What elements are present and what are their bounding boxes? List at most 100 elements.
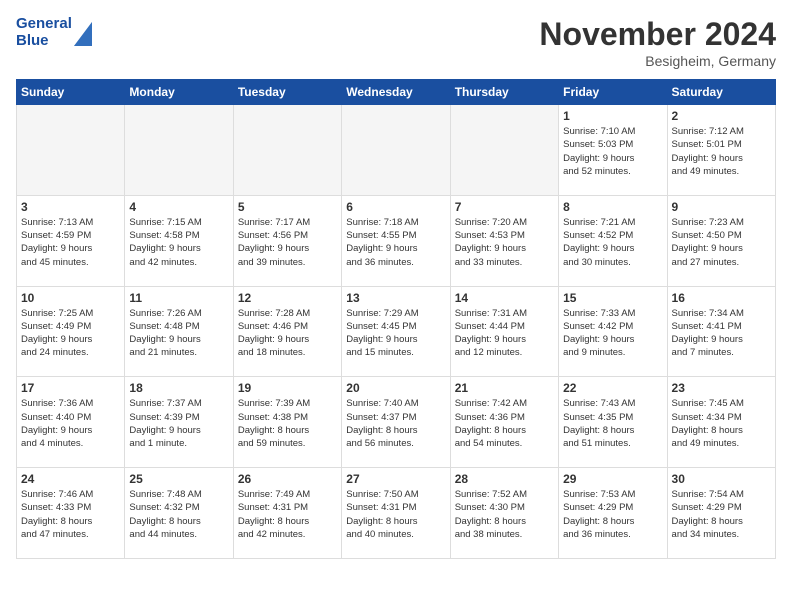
day-number: 19: [238, 381, 337, 395]
col-friday: Friday: [559, 80, 667, 105]
day-number: 12: [238, 291, 337, 305]
table-row: 9Sunrise: 7:23 AM Sunset: 4:50 PM Daylig…: [667, 195, 775, 286]
day-info: Sunrise: 7:23 AM Sunset: 4:50 PM Dayligh…: [672, 216, 771, 269]
day-number: 15: [563, 291, 662, 305]
col-sunday: Sunday: [17, 80, 125, 105]
day-info: Sunrise: 7:52 AM Sunset: 4:30 PM Dayligh…: [455, 488, 554, 541]
logo-icon: [72, 18, 94, 48]
day-info: Sunrise: 7:36 AM Sunset: 4:40 PM Dayligh…: [21, 397, 120, 450]
day-number: 16: [672, 291, 771, 305]
table-row: 21Sunrise: 7:42 AM Sunset: 4:36 PM Dayli…: [450, 377, 558, 468]
table-row: [450, 105, 558, 196]
table-row: 25 Sunrise: 7:48 AM Sunset: 4:32 PM Dayli…: [125, 468, 233, 559]
title-area: November 2024 Besigheim, Germany: [539, 16, 776, 69]
day-number: 30: [672, 472, 771, 486]
location: Besigheim, Germany: [539, 53, 776, 69]
table-row: 2Sunrise: 7:12 AM Sunset: 5:01 PM Daylig…: [667, 105, 775, 196]
table-row: 28Sunrise: 7:52 AM Sunset: 4:30 PM Dayli…: [450, 468, 558, 559]
day-info: Sunrise: 7:10 AM Sunset: 5:03 PM Dayligh…: [563, 125, 662, 178]
day-number: 21: [455, 381, 554, 395]
day-info: Sunrise: 7:50 AM Sunset: 4:31 PM Dayligh…: [346, 488, 445, 541]
table-row: 29Sunrise: 7:53 AM Sunset: 4:29 PM Dayli…: [559, 468, 667, 559]
col-monday: Monday: [125, 80, 233, 105]
table-row: 20 Sunrise: 7:40 AM Sunset: 4:37 PM Dayli…: [342, 377, 450, 468]
calendar-week-row: 1 Sunrise: 7:10 AM Sunset: 5:03 PM Daylig…: [17, 105, 776, 196]
day-number: 22: [563, 381, 662, 395]
table-row: 23 Sunrise: 7:45 AM Sunset: 4:34 PM Dayli…: [667, 377, 775, 468]
day-info: Sunrise: 7:53 AM Sunset: 4:29 PM Dayligh…: [563, 488, 662, 541]
table-row: 17Sunrise: 7:36 AM Sunset: 4:40 PM Dayli…: [17, 377, 125, 468]
table-row: 27Sunrise: 7:50 AM Sunset: 4:31 PM Dayli…: [342, 468, 450, 559]
day-number: 6: [346, 200, 445, 214]
day-info: Sunrise: 7:20 AM Sunset: 4:53 PM Dayligh…: [455, 216, 554, 269]
table-row: [17, 105, 125, 196]
logo: General Blue: [16, 16, 94, 49]
day-number: 24: [21, 472, 120, 486]
day-number: 4: [129, 200, 228, 214]
calendar-week-row: 17Sunrise: 7:36 AM Sunset: 4:40 PM Dayli…: [17, 377, 776, 468]
table-row: 11 Sunrise: 7:26 AM Sunset: 4:48 PM Dayli…: [125, 286, 233, 377]
day-number: 18: [129, 381, 228, 395]
day-info: Sunrise: 7:39 AM Sunset: 4:38 PM Dayligh…: [238, 397, 337, 450]
table-row: 8 Sunrise: 7:21 AM Sunset: 4:52 PM Daylig…: [559, 195, 667, 286]
day-info: Sunrise: 7:48 AM Sunset: 4:32 PM Dayligh…: [129, 488, 228, 541]
table-row: 1 Sunrise: 7:10 AM Sunset: 5:03 PM Daylig…: [559, 105, 667, 196]
day-info: Sunrise: 7:18 AM Sunset: 4:55 PM Dayligh…: [346, 216, 445, 269]
day-number: 5: [238, 200, 337, 214]
calendar-week-row: 3 Sunrise: 7:13 AM Sunset: 4:59 PM Daylig…: [17, 195, 776, 286]
month-title: November 2024: [539, 16, 776, 53]
day-info: Sunrise: 7:26 AM Sunset: 4:48 PM Dayligh…: [129, 307, 228, 360]
table-row: 19 Sunrise: 7:39 AM Sunset: 4:38 PM Dayli…: [233, 377, 341, 468]
day-info: Sunrise: 7:12 AM Sunset: 5:01 PM Dayligh…: [672, 125, 771, 178]
day-info: Sunrise: 7:21 AM Sunset: 4:52 PM Dayligh…: [563, 216, 662, 269]
day-info: Sunrise: 7:34 AM Sunset: 4:41 PM Dayligh…: [672, 307, 771, 360]
logo-line2: Blue: [16, 33, 72, 50]
day-info: Sunrise: 7:33 AM Sunset: 4:42 PM Dayligh…: [563, 307, 662, 360]
table-row: 5 Sunrise: 7:17 AM Sunset: 4:56 PM Daylig…: [233, 195, 341, 286]
day-number: 20: [346, 381, 445, 395]
calendar-week-row: 10 Sunrise: 7:25 AM Sunset: 4:49 PM Dayli…: [17, 286, 776, 377]
col-tuesday: Tuesday: [233, 80, 341, 105]
calendar-week-row: 24 Sunrise: 7:46 AM Sunset: 4:33 PM Dayli…: [17, 468, 776, 559]
day-number: 8: [563, 200, 662, 214]
day-info: Sunrise: 7:15 AM Sunset: 4:58 PM Dayligh…: [129, 216, 228, 269]
table-row: 12 Sunrise: 7:28 AM Sunset: 4:46 PM Dayli…: [233, 286, 341, 377]
day-info: Sunrise: 7:45 AM Sunset: 4:34 PM Dayligh…: [672, 397, 771, 450]
table-row: 3 Sunrise: 7:13 AM Sunset: 4:59 PM Daylig…: [17, 195, 125, 286]
table-row: 4 Sunrise: 7:15 AM Sunset: 4:58 PM Daylig…: [125, 195, 233, 286]
day-info: Sunrise: 7:13 AM Sunset: 4:59 PM Dayligh…: [21, 216, 120, 269]
table-row: 15 Sunrise: 7:33 AM Sunset: 4:42 PM Dayli…: [559, 286, 667, 377]
table-row: 10 Sunrise: 7:25 AM Sunset: 4:49 PM Dayli…: [17, 286, 125, 377]
table-row: 6 Sunrise: 7:18 AM Sunset: 4:55 PM Daylig…: [342, 195, 450, 286]
day-number: 25: [129, 472, 228, 486]
day-info: Sunrise: 7:46 AM Sunset: 4:33 PM Dayligh…: [21, 488, 120, 541]
day-info: Sunrise: 7:40 AM Sunset: 4:37 PM Dayligh…: [346, 397, 445, 450]
col-saturday: Saturday: [667, 80, 775, 105]
day-info: Sunrise: 7:37 AM Sunset: 4:39 PM Dayligh…: [129, 397, 228, 450]
day-number: 1: [563, 109, 662, 123]
day-number: 11: [129, 291, 228, 305]
day-info: Sunrise: 7:29 AM Sunset: 4:45 PM Dayligh…: [346, 307, 445, 360]
table-row: 24 Sunrise: 7:46 AM Sunset: 4:33 PM Dayli…: [17, 468, 125, 559]
logo-line1: General: [16, 16, 72, 33]
day-number: 3: [21, 200, 120, 214]
day-number: 23: [672, 381, 771, 395]
day-info: Sunrise: 7:54 AM Sunset: 4:29 PM Dayligh…: [672, 488, 771, 541]
table-row: 18 Sunrise: 7:37 AM Sunset: 4:39 PM Dayli…: [125, 377, 233, 468]
day-info: Sunrise: 7:17 AM Sunset: 4:56 PM Dayligh…: [238, 216, 337, 269]
header: General Blue November 2024 Besigheim, Ge…: [16, 16, 776, 69]
day-number: 26: [238, 472, 337, 486]
day-info: Sunrise: 7:25 AM Sunset: 4:49 PM Dayligh…: [21, 307, 120, 360]
day-info: Sunrise: 7:31 AM Sunset: 4:44 PM Dayligh…: [455, 307, 554, 360]
day-number: 10: [21, 291, 120, 305]
day-info: Sunrise: 7:49 AM Sunset: 4:31 PM Dayligh…: [238, 488, 337, 541]
day-number: 7: [455, 200, 554, 214]
day-number: 14: [455, 291, 554, 305]
col-wednesday: Wednesday: [342, 80, 450, 105]
day-info: Sunrise: 7:43 AM Sunset: 4:35 PM Dayligh…: [563, 397, 662, 450]
table-row: 13Sunrise: 7:29 AM Sunset: 4:45 PM Dayli…: [342, 286, 450, 377]
table-row: [125, 105, 233, 196]
table-row: [342, 105, 450, 196]
day-info: Sunrise: 7:28 AM Sunset: 4:46 PM Dayligh…: [238, 307, 337, 360]
col-thursday: Thursday: [450, 80, 558, 105]
